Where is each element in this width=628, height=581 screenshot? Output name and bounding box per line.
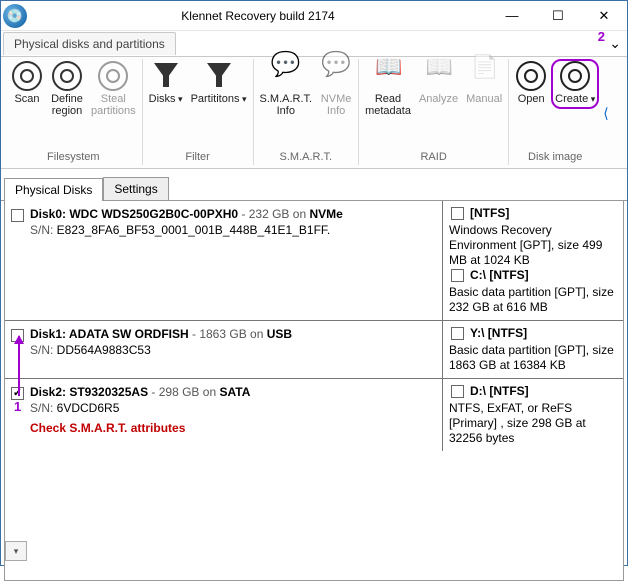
disk-info: Disk0: WDC WDS250G2B0C-00PXH0 - 232 GB o… [30, 206, 343, 315]
tab-settings[interactable]: Settings [103, 177, 168, 200]
smart-info-button[interactable]: S.M.A.R.T. Info [256, 59, 317, 117]
minimize-button[interactable]: — [489, 1, 535, 30]
disks-panel: Disk0: WDC WDS250G2B0C-00PXH0 - 232 GB o… [4, 201, 624, 581]
smart-icon [271, 61, 301, 91]
partition-checkbox[interactable] [451, 269, 464, 282]
partition-cell: Y:\ [NTFS] Basic data partition [GPT], si… [443, 321, 623, 378]
manual-icon [469, 61, 499, 91]
close-button[interactable]: ✕ [581, 1, 627, 30]
scan-icon [12, 61, 42, 91]
titlebar: Klennet Recovery build 2174 — ☐ ✕ [1, 1, 627, 31]
app-icon [3, 4, 27, 28]
analyze-icon [424, 61, 454, 91]
group-label-raid: RAID [420, 151, 446, 165]
partition-line[interactable]: D:\ [NTFS] [449, 384, 617, 399]
analyze-button: Analyze [415, 59, 462, 117]
annotation-2: 2 [598, 29, 605, 44]
disk-info: Disk2: ST9320325AS - 298 GB on SATAS/N: … [30, 384, 250, 446]
partition-checkbox[interactable] [451, 327, 464, 340]
partition-line[interactable]: C:\ [NTFS] [449, 268, 617, 283]
subtabs: Physical Disks Settings [1, 177, 627, 201]
define-region-button[interactable]: Define region [47, 59, 87, 117]
group-label-image: Disk image [528, 151, 582, 165]
book-icon [373, 61, 403, 91]
disk-row: Disk1: ADATA SW ORDFISH - 1863 GB on USB… [5, 321, 623, 379]
maximize-button[interactable]: ☐ [535, 1, 581, 30]
target-icon [52, 61, 82, 91]
create-icon [560, 61, 590, 91]
annotation-1-arrow [18, 336, 20, 396]
funnel-icon [151, 61, 181, 91]
partitions-filter-button[interactable]: Partititons [187, 59, 251, 105]
disks-filter-button[interactable]: Disks [145, 59, 187, 105]
partition-description: NTFS, ExFAT, or ReFS [Primary] , size 29… [449, 401, 617, 446]
read-metadata-button[interactable]: Read metadata [361, 59, 415, 117]
manual-button: Manual [462, 59, 506, 117]
steal-partitions-button: Steal partitions [87, 59, 140, 117]
disk-row: Disk0: WDC WDS250G2B0C-00PXH0 - 232 GB o… [5, 201, 623, 321]
group-label-filesystem: Filesystem [47, 151, 100, 165]
partition-line[interactable]: Y:\ [NTFS] [449, 326, 617, 341]
partition-cell: D:\ [NTFS] NTFS, ExFAT, or ReFS [Primary]… [443, 379, 623, 451]
status-dropdown[interactable]: ▾ [5, 541, 27, 561]
partition-cell: [NTFS] Windows Recovery Environment [GPT]… [443, 201, 623, 320]
steal-icon [98, 61, 128, 91]
open-image-button[interactable]: Open [511, 59, 551, 109]
partition-line[interactable]: [NTFS] [449, 206, 617, 221]
partition-description: Windows Recovery Environment [GPT], size… [449, 223, 617, 268]
ribbon-group-image: Open Create Disk image [509, 59, 601, 165]
ribbon-group-filter: Disks Partititons Filter [143, 59, 254, 165]
tab-physical-disks[interactable]: Physical Disks [4, 178, 103, 201]
ribbon-overflow-icon[interactable]: ⟨ [603, 105, 611, 122]
smart-warning[interactable]: Check S.M.A.R.T. attributes [30, 420, 250, 436]
nvme-icon [321, 61, 351, 91]
partition-checkbox[interactable] [451, 385, 464, 398]
partition-description: Basic data partition [GPT], size 232 GB … [449, 285, 617, 315]
scan-button[interactable]: Scan [7, 59, 47, 117]
open-icon [516, 61, 546, 91]
ribbon-group-smart: S.M.A.R.T. Info NVMe Info S.M.A.R.T. [254, 59, 360, 165]
annotation-1: 1 [14, 399, 21, 414]
ribbon-collapse-icon[interactable]: ⌄ [609, 35, 621, 52]
ribbon-tab-partitions[interactable]: Physical disks and partitions [3, 32, 176, 55]
nvme-info-button: NVMe Info [316, 59, 356, 117]
group-label-filter: Filter [185, 151, 209, 165]
create-image-button[interactable]: Create [551, 59, 599, 109]
ribbon-tab-row: Physical disks and partitions ⌄ [1, 31, 627, 57]
disk-row: Disk2: ST9320325AS - 298 GB on SATAS/N: … [5, 379, 623, 451]
ribbon-group-filesystem: Scan Define region Steal partitions File… [5, 59, 143, 165]
disk-info: Disk1: ADATA SW ORDFISH - 1863 GB on USB… [30, 326, 292, 373]
window-title: Klennet Recovery build 2174 [27, 9, 489, 23]
funnel-icon [204, 61, 234, 91]
partition-checkbox[interactable] [451, 207, 464, 220]
ribbon: Scan Define region Steal partitions File… [1, 57, 627, 169]
ribbon-group-raid: Read metadata Analyze Manual RAID [359, 59, 509, 165]
disk-checkbox[interactable] [11, 209, 24, 222]
partition-description: Basic data partition [GPT], size 1863 GB… [449, 343, 617, 373]
group-label-smart: S.M.A.R.T. [280, 151, 333, 165]
